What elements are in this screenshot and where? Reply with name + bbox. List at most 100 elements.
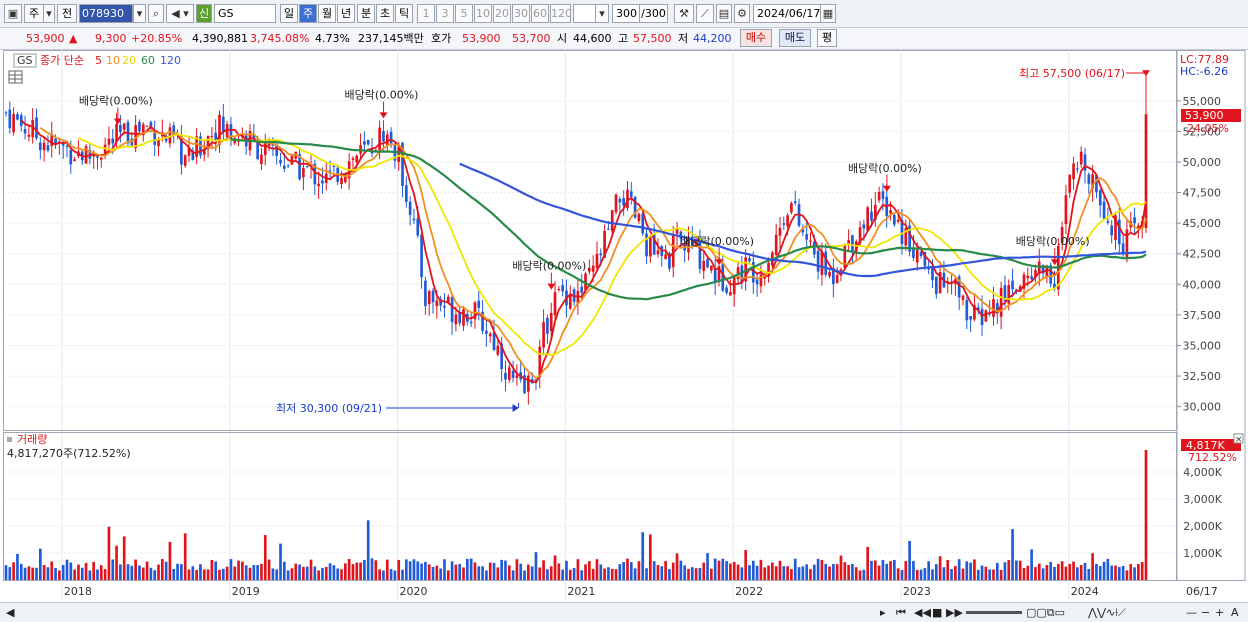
period-day[interactable]: 일 [280,4,298,23]
drawing-tools-icon[interactable]: ⋀⋁∿⟊⟋ [1088,605,1126,620]
toolbar-button-all[interactable]: 전 [57,4,77,23]
draw-line-icon[interactable]: ⟋ [696,4,714,23]
volume-bar [252,565,256,580]
chevron-down-icon[interactable]: ▾ [133,4,146,23]
high-annotation: 최고 57,500 (06/17) [1019,67,1125,80]
candle-body [412,218,416,221]
chevron-down-icon[interactable]: ▾ [595,4,609,23]
volume-bar [42,565,46,580]
volume-bar [767,565,770,580]
volume-bar [961,568,965,580]
volume-bar [488,562,492,580]
period-week[interactable]: 주 [299,4,317,23]
y-tick-label: 42,500 [1183,248,1222,261]
volume-bar [999,569,1003,580]
stock-name-field[interactable]: GS [214,4,276,23]
volume-bar [965,561,969,580]
volume-bar [984,566,988,580]
candle-body [485,330,488,334]
stock-code-input[interactable]: 078930 [79,4,133,23]
zoom-out-icon[interactable]: — [1186,605,1197,620]
volume-tick-label: 1,000K [1183,547,1222,560]
candle-body [42,142,46,151]
volume-bar [496,567,500,580]
interval-5[interactable]: 5 [455,4,473,23]
current-price-pct: 24.05% [1187,122,1229,135]
candle-body [99,157,103,160]
speaker-icon[interactable]: ◀ ▾ [166,4,194,23]
volume-marker-icon [7,437,12,442]
search-icon[interactable]: ⌕ [148,4,164,23]
scroll-right-icon[interactable]: ▸ [880,605,886,620]
volume-tick-label: 2,000K [1183,520,1222,533]
volume-bar [164,561,168,580]
candle-body [866,207,870,231]
stop-icon[interactable]: ■ [932,605,942,620]
volume-bar [877,565,881,580]
volume-bar [527,564,530,580]
candle-body [527,375,530,392]
candle-body [450,297,454,323]
interval-10[interactable]: 10 [474,4,492,23]
auto-scale-icon[interactable]: A [1231,605,1239,620]
candle-body [427,291,431,305]
volume-bar [69,562,73,580]
volume-bar [1030,549,1033,580]
volume-bar [92,561,96,580]
chart-tools-icon[interactable]: ⚒ [674,4,694,23]
step-forward-icon[interactable]: ▶▶ [946,605,963,620]
volume-bar [1049,561,1053,580]
period-second[interactable]: 초 [376,4,394,23]
interval-1[interactable]: 1 [417,4,435,23]
toolbar-button-week[interactable]: 주 [24,4,44,23]
sell-button[interactable]: 매도 [779,29,811,47]
bar-count-input[interactable]: 300 [612,4,640,23]
step-back-icon[interactable]: ◀◀ [914,605,931,620]
first-bar-icon[interactable]: ⏮ [896,605,906,620]
period-tick[interactable]: 틱 [395,4,413,23]
interval-3[interactable]: 3 [436,4,454,23]
open-price: 44,600 [573,32,612,45]
volume-bar [225,566,229,580]
save-icon[interactable]: ▤ [716,4,732,23]
candle-body [580,286,584,293]
scroll-left-icon[interactable]: ◀ [6,605,14,620]
period-minute[interactable]: 분 [357,4,375,23]
volume-bar [149,567,153,580]
hc-label: HC:-6.26 [1180,65,1228,78]
volume-bar [919,569,923,580]
candle-body [549,312,553,332]
period-year[interactable]: 년 [337,4,355,23]
chevron-down-icon[interactable]: ▾ [43,4,55,23]
volume-bar [347,558,351,580]
plus-icon[interactable]: + [1215,605,1224,620]
buy-button[interactable]: 매수 [740,29,772,47]
candle-body [1011,280,1014,290]
minus-icon[interactable]: − [1201,605,1210,620]
interval-20[interactable]: 20 [493,4,511,23]
evaluate-button[interactable]: 평 [817,29,837,47]
zoom-slider[interactable] [966,611,1022,614]
candle-body [73,159,76,162]
window-icon[interactable]: ▢▢⧉▭ [1026,605,1065,620]
gear-icon[interactable]: ⚙ [734,4,750,23]
interval-60[interactable]: 60 [531,4,549,23]
volume-bar [702,562,706,580]
interval-120[interactable]: 120 [550,4,571,23]
volume-bar [4,565,8,580]
period-month[interactable]: 월 [318,4,336,23]
candle-body [4,112,8,114]
date-input[interactable]: 2024/06/17 [753,4,821,23]
candle-body [1102,201,1106,219]
layout-icon[interactable]: ▣ [4,4,22,23]
candle-body [748,258,751,262]
volume-bar [96,569,99,580]
volume-bar [588,561,591,580]
stock-chart[interactable]: 배당락(0.00%) 배당락(0.00%) 배당락(0.00%) 배당락(0.00%)… [0,50,1248,602]
candle-body [725,287,728,293]
calendar-icon[interactable]: ▦ [820,4,836,23]
volume-bar [580,570,584,580]
y-tick-label: 40,000 [1183,278,1222,291]
interval-30[interactable]: 30 [512,4,530,23]
candle-body [221,116,225,133]
